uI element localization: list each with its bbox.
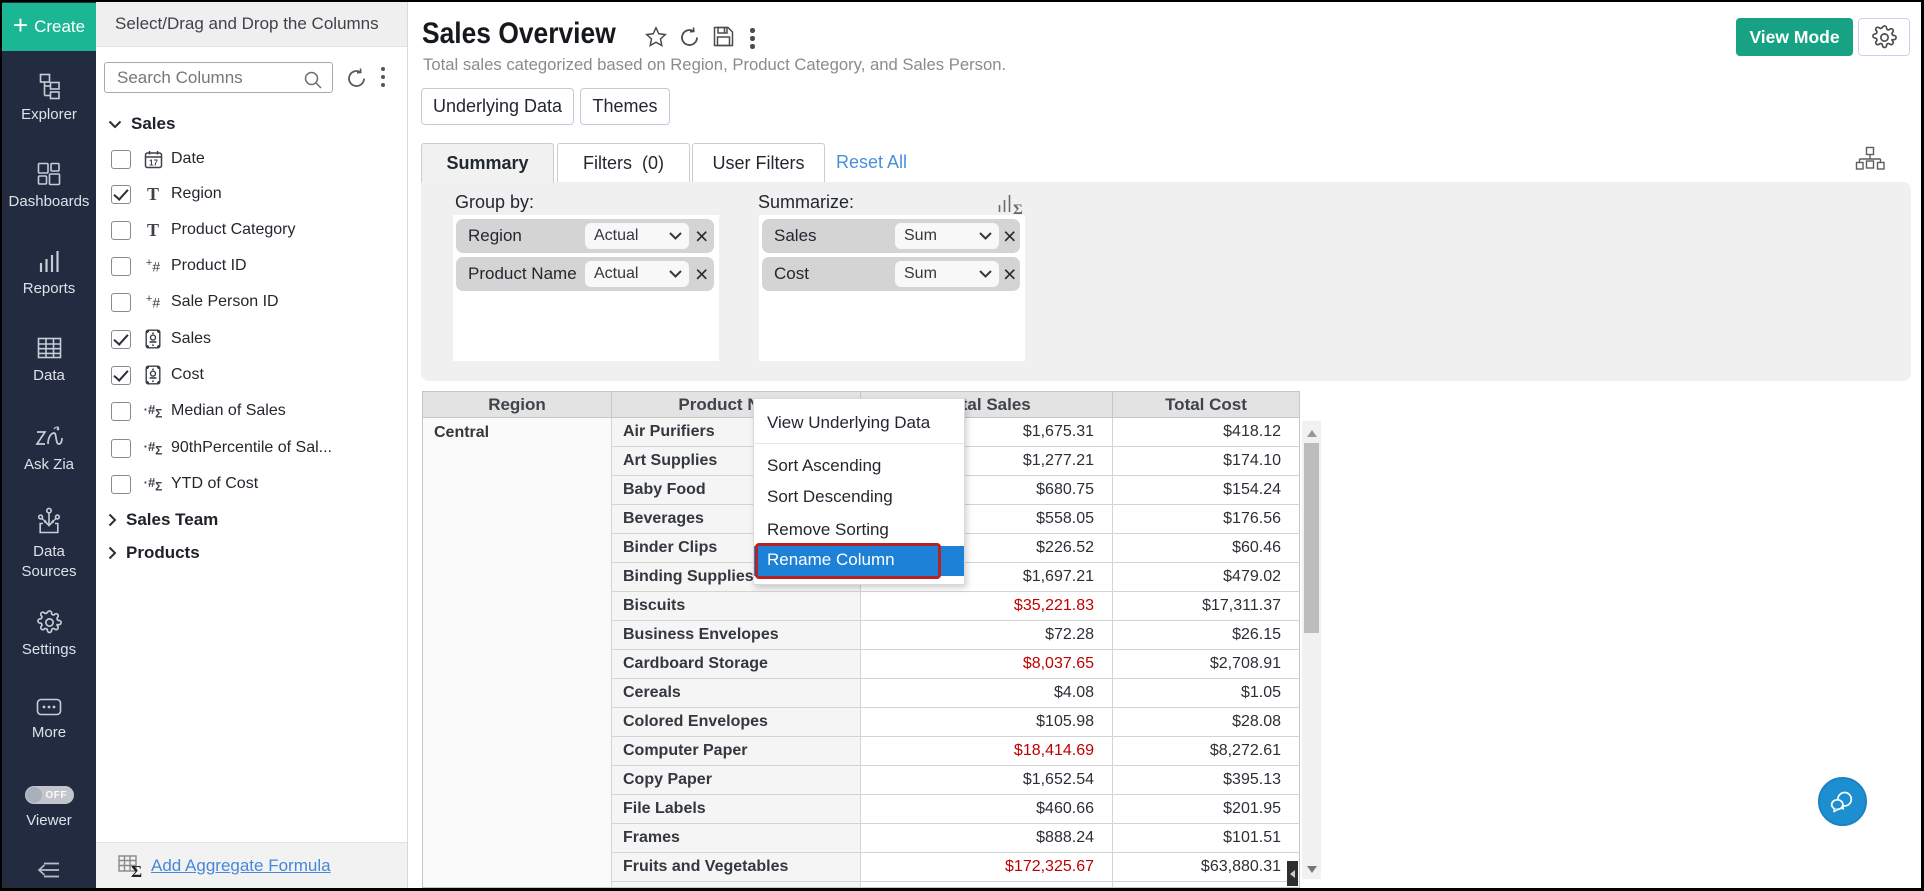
svg-text:Σ: Σ [131, 862, 142, 877]
svg-text:17: 17 [149, 158, 158, 167]
